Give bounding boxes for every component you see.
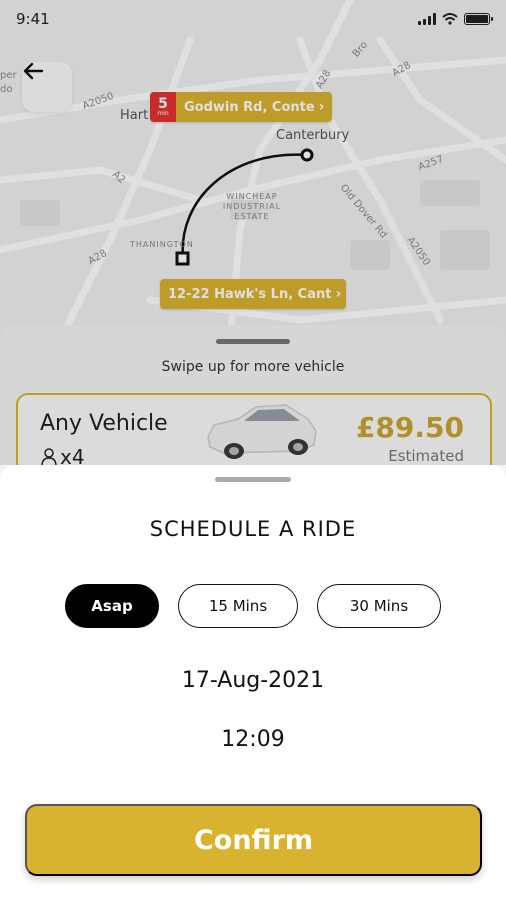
- vehicle-name: Any Vehicle: [40, 411, 168, 436]
- app-screen: per do A2050 Hart Canterbury A28 Bro A28…: [0, 0, 506, 900]
- sheet-title: SCHEDULE A RIDE: [149, 517, 357, 541]
- map-view[interactable]: per do A2050 Hart Canterbury A28 Bro A28…: [0, 0, 506, 340]
- vehicle-panel: Swipe up for more vehicle Any Vehicle x4…: [0, 325, 506, 503]
- eta-value: 5: [158, 96, 168, 112]
- map-label-edge-do: do: [0, 84, 13, 95]
- schedule-sheet: SCHEDULE A RIDE Asap 15 Mins 30 Mins 17-…: [0, 465, 506, 900]
- origin-address: 12-22 Hawk's Ln, Cant: [168, 286, 332, 302]
- person-icon: [41, 448, 57, 467]
- eta-unit: min: [157, 110, 169, 117]
- status-time: 9:41: [16, 10, 50, 28]
- date-picker[interactable]: 17-Aug-2021: [0, 668, 506, 693]
- signal-icon: [418, 13, 436, 25]
- car-image: [207, 404, 317, 459]
- destination-pin-label[interactable]: 5 min Godwin Rd, Conte ›: [150, 92, 333, 122]
- arrow-left-icon: [23, 62, 44, 80]
- chevron-right-icon: ›: [335, 286, 342, 302]
- sheet-drag-handle[interactable]: [215, 477, 291, 482]
- destination-address: Godwin Rd, Conte: [184, 99, 315, 115]
- panel-drag-handle[interactable]: [216, 339, 290, 344]
- chip-15-mins[interactable]: 15 Mins: [178, 584, 298, 628]
- battery-icon: [464, 13, 493, 25]
- map-label-edge-per: per: [0, 70, 17, 81]
- vehicle-price-note: Estimated: [388, 447, 464, 465]
- origin-pin-label[interactable]: 12-22 Hawk's Ln, Cant ›: [160, 279, 346, 309]
- chip-30-mins[interactable]: 30 Mins: [317, 584, 441, 628]
- swipe-hint: Swipe up for more vehicle: [161, 359, 345, 375]
- map-label-canterbury: Canterbury: [276, 128, 350, 143]
- chip-asap[interactable]: Asap: [65, 584, 159, 628]
- wifi-icon: [442, 13, 458, 25]
- map-label-wincheap: WINCHEAP INDUSTRIAL ESTATE: [222, 192, 282, 221]
- map-label-thanington: THANINGTON: [130, 240, 194, 249]
- status-bar: 9:41: [0, 0, 506, 38]
- status-icons: [418, 13, 493, 25]
- chevron-right-icon: ›: [318, 99, 325, 115]
- eta-badge: 5 min: [150, 92, 176, 122]
- back-button[interactable]: [22, 62, 72, 112]
- confirm-button[interactable]: Confirm: [25, 804, 482, 876]
- time-option-chips: Asap 15 Mins 30 Mins: [0, 584, 506, 628]
- vehicle-price: £89.50: [355, 411, 464, 444]
- time-picker[interactable]: 12:09: [0, 727, 506, 752]
- map-label-harbledown: Hart: [120, 108, 149, 123]
